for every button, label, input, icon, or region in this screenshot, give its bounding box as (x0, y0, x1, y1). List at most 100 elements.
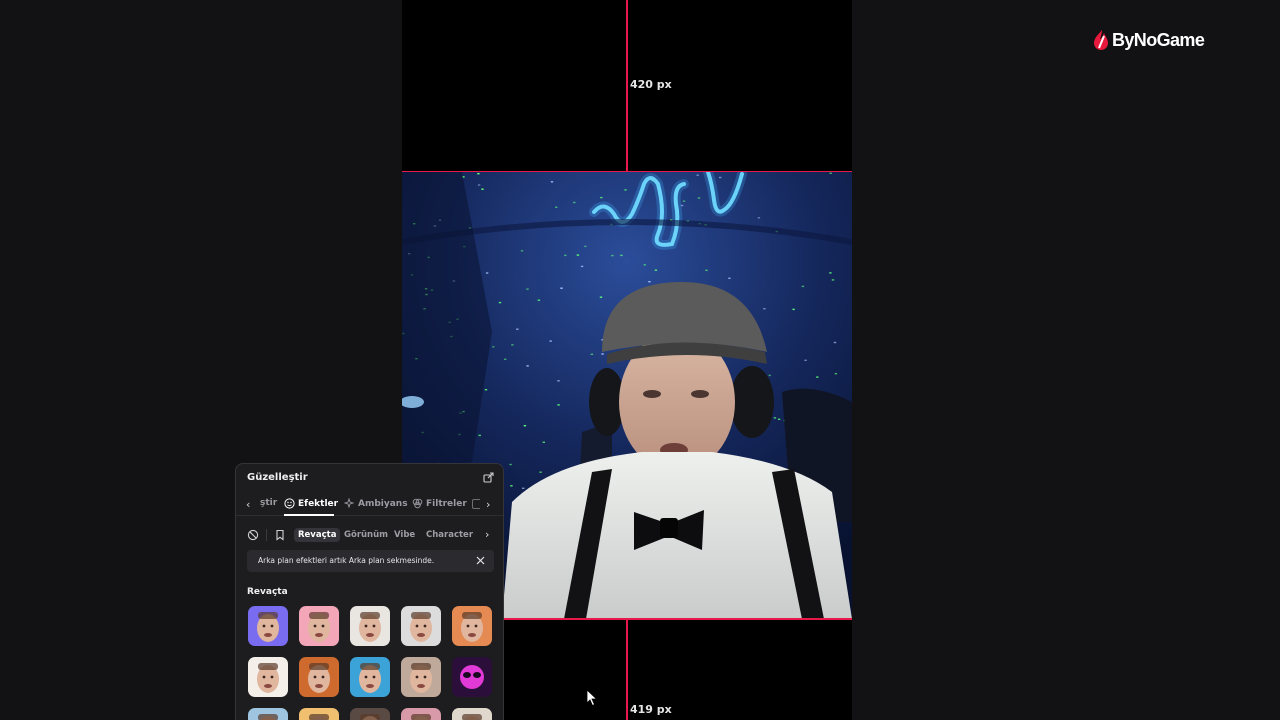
notice-text: Arka plan efektleri artık Arka plan sekm… (258, 556, 435, 565)
sparkle-icon (344, 498, 355, 509)
tabs-prev-chevron-icon[interactable]: ‹ (246, 498, 256, 511)
effect-thumbnail-stretched-face-effect[interactable] (248, 657, 288, 697)
laser-star-dot (557, 404, 560, 406)
laser-star-dot (792, 308, 795, 311)
laser-star-dot (477, 184, 481, 186)
thumbnail-image (248, 708, 288, 720)
laser-star-dot (498, 301, 502, 304)
thumbnail-image (350, 657, 390, 697)
laser-star-dot (599, 296, 603, 298)
laser-star-dot (522, 487, 525, 489)
laser-star-dot (526, 288, 529, 290)
tab-efektler[interactable]: Efektler (284, 498, 338, 509)
thumbnail-image (452, 657, 492, 697)
laser-star-dot (542, 441, 545, 443)
effect-subcategory-tabs: Revaçta Görünüm Vibe Character › (236, 525, 503, 545)
laser-star-dot (523, 425, 527, 427)
tabs-next-chevron-icon[interactable]: › (486, 498, 496, 511)
thumbnail-image (248, 606, 288, 646)
subtab-character[interactable]: Character (422, 528, 477, 542)
laser-star-dot (590, 353, 594, 355)
laser-star-dot (829, 272, 832, 274)
laser-star-dot (477, 173, 480, 175)
subtab-gorunum[interactable]: Görünüm (340, 528, 392, 542)
thumbnail-image (401, 657, 441, 697)
effect-thumbnail-effect-thumbnail[interactable] (248, 708, 288, 720)
laser-star-dot (584, 245, 587, 248)
bookmark-icon[interactable] (274, 529, 286, 541)
laser-star-dot (509, 463, 512, 466)
thumbnail-image (452, 606, 492, 646)
laser-star-dot (620, 254, 623, 257)
laser-star-dot (654, 269, 658, 271)
thumbnail-image (401, 606, 441, 646)
laser-star-dot (600, 196, 603, 199)
thumbnail-image (401, 708, 441, 720)
subtab-revacta[interactable]: Revaçta (294, 528, 341, 542)
tab-label: Efektler (298, 498, 339, 509)
mouse-cursor-icon (586, 689, 598, 707)
laser-star-dot (511, 344, 514, 346)
effect-thumbnail-burger-effect[interactable] (299, 657, 339, 697)
effect-thumbnail-cartoon-face-effect[interactable] (350, 606, 390, 646)
thumbnail-image (248, 657, 288, 697)
smile-icon (284, 498, 295, 509)
laser-star-dot (768, 374, 771, 377)
tab-guzellestir[interactable]: ştir (260, 498, 277, 508)
laser-star-dot (719, 176, 722, 179)
effect-thumbnail-pink-alien-effect[interactable] (452, 657, 492, 697)
laser-star-dot (580, 265, 584, 268)
thumbnail-image (299, 657, 339, 697)
effect-thumbnail-effect-thumbnail[interactable] (299, 708, 339, 720)
close-icon[interactable] (476, 556, 485, 565)
subtab-divider (266, 529, 267, 541)
effect-thumbnail-doll-face-effect[interactable] (401, 657, 441, 697)
laser-star-dot (777, 418, 781, 420)
subtab-vibe[interactable]: Vibe (390, 528, 419, 542)
laser-star-dot (728, 277, 731, 279)
subtabs-next-chevron-icon[interactable]: › (485, 528, 495, 541)
laser-star-dot (539, 471, 542, 473)
bottom-gap-label: 419 px (630, 703, 672, 716)
laser-star-dot (831, 279, 835, 281)
effect-thumbnail-effect-thumbnail[interactable] (452, 708, 492, 720)
laser-star-dot (557, 380, 560, 382)
laser-star-dot (485, 272, 489, 274)
thumbnail-image (299, 606, 339, 646)
laser-star-dot (510, 485, 513, 487)
tab-label: Ambiyans (358, 498, 408, 509)
laser-star-dot (757, 217, 761, 219)
popout-icon[interactable] (483, 472, 494, 483)
background-effects-notice: Arka plan efektleri artık Arka plan sekm… (247, 550, 494, 572)
laser-star-dot (801, 285, 805, 288)
thumbnail-image (299, 708, 339, 720)
tab-filtreler[interactable]: Filtreler (412, 498, 467, 509)
laser-star-dot (576, 254, 580, 256)
effect-category-tabs: ‹ ştir Efektler Ambiyans Filtreler › (236, 494, 503, 516)
stream-editor-stage: 420 px 419 px ByNoGame Güzelleştir ‹ şti… (0, 0, 1280, 720)
laser-star-dot (816, 376, 819, 378)
laser-star-dot (504, 358, 507, 360)
thumbnail-image (350, 606, 390, 646)
no-effect-icon[interactable] (247, 529, 259, 541)
laser-star-dot (526, 365, 529, 367)
tab-ambiyans[interactable]: Ambiyans (344, 498, 408, 509)
laser-star-dot (829, 172, 832, 174)
laser-star-dot (481, 188, 484, 190)
laser-star-dot (696, 174, 699, 176)
effect-thumbnail-scream-face-effect[interactable] (401, 606, 441, 646)
top-gap-guide-line (626, 0, 628, 172)
laser-star-dot (643, 264, 646, 266)
tab-label: Filtreler (426, 498, 467, 509)
laser-star-dot (520, 250, 524, 252)
laser-star-dot (833, 341, 837, 344)
beautify-effects-panel: Güzelleştir ‹ ştir Efektler Ambiyans Fil… (235, 463, 504, 720)
laser-star-dot (516, 328, 519, 330)
effect-thumbnail-effect-thumbnail[interactable] (350, 708, 390, 720)
effect-thumbnail-effect-thumbnail[interactable] (401, 708, 441, 720)
effect-thumbnail-old-man-effect[interactable] (248, 606, 288, 646)
effect-thumbnail-pink-pig-effect[interactable] (299, 606, 339, 646)
effect-thumbnail-big-lips-effect[interactable] (452, 606, 492, 646)
filter-icon (412, 498, 423, 509)
effect-thumbnail-open-mouth-effect[interactable] (350, 657, 390, 697)
